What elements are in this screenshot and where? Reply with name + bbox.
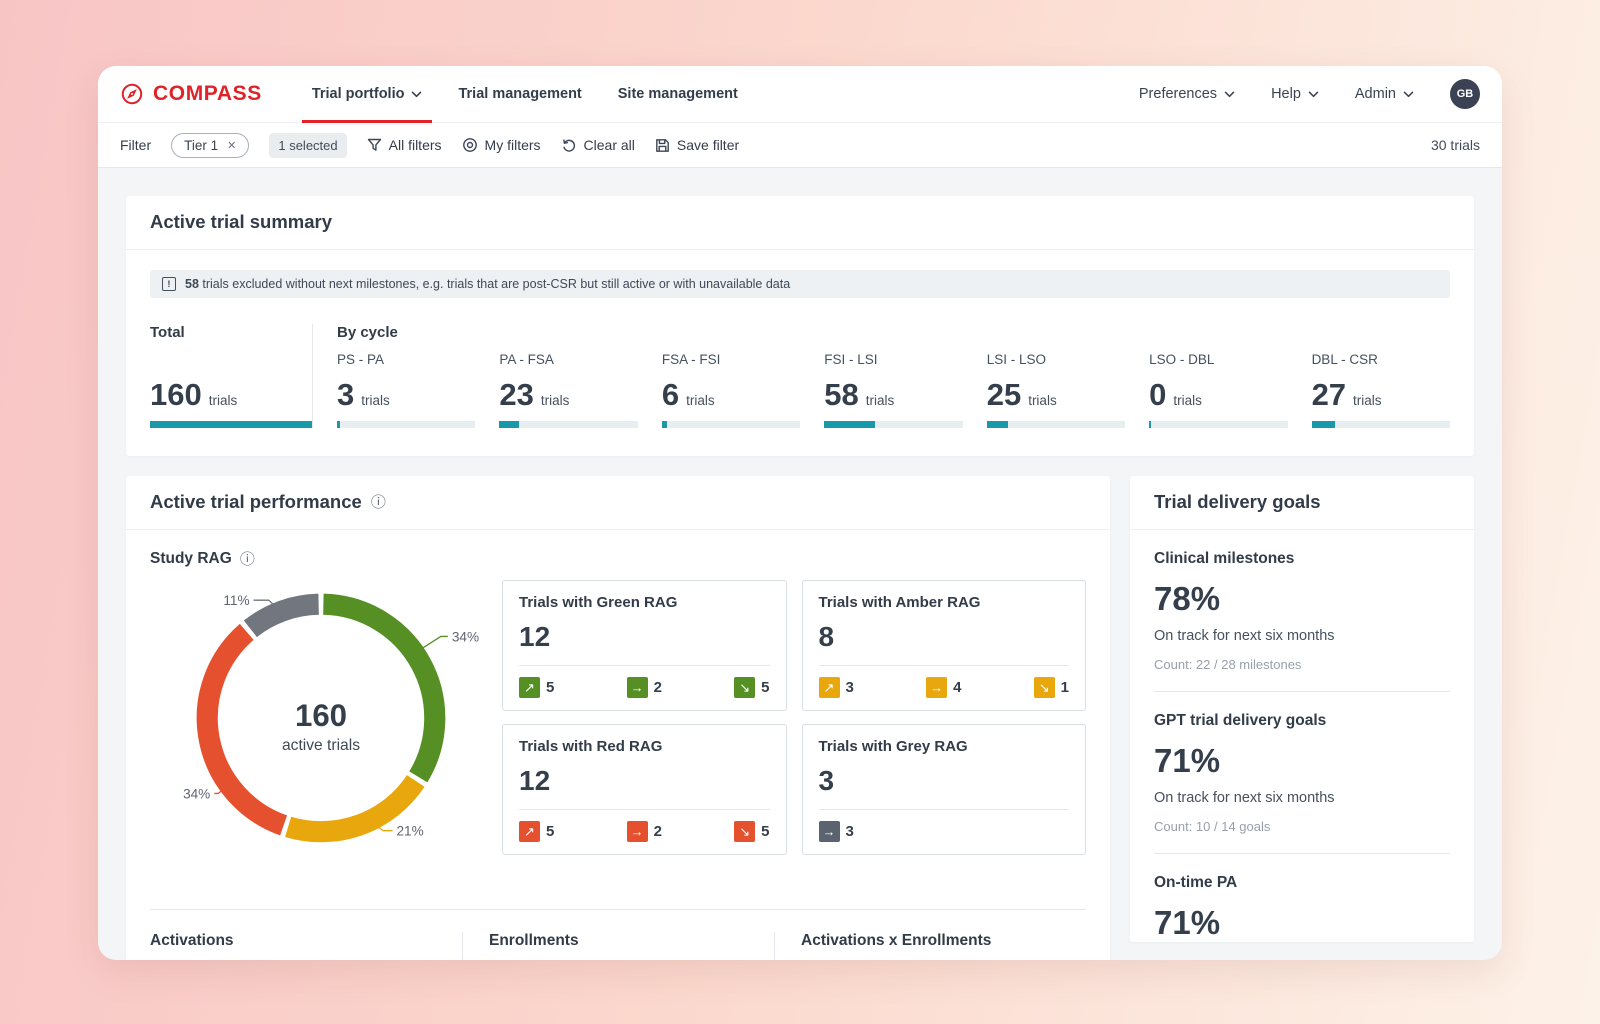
donut-label-amber: 21% bbox=[397, 824, 424, 839]
filter-chip-tier1[interactable]: Tier 1 ✕ bbox=[171, 133, 249, 158]
trend-flat-icon: → bbox=[627, 821, 648, 842]
study-rag-label: Study RAG ⓘ bbox=[150, 550, 1086, 568]
donut-label-grey: 11% bbox=[223, 593, 249, 608]
help-menu[interactable]: Help bbox=[1271, 86, 1319, 102]
cycle-progress-bar bbox=[337, 421, 475, 428]
grey-rag-card: Trials with Grey RAG 3 →3 bbox=[802, 724, 1087, 855]
green-rag-card: Trials with Green RAG 12 ↗5 →2 ↘5 bbox=[502, 580, 787, 711]
summary-stats-row: Total 160 trials By cycle PS - PA bbox=[150, 324, 1450, 428]
chevron-down-icon bbox=[1224, 91, 1235, 98]
stat-total: Total 160 trials bbox=[150, 324, 312, 428]
amber-rag-card: Trials with Amber RAG 8 ↗3 →4 ↘1 bbox=[802, 580, 1087, 711]
preferences-menu[interactable]: Preferences bbox=[1139, 86, 1235, 102]
info-icon[interactable]: ⓘ bbox=[240, 552, 255, 567]
nav-tabs: Trial portfolio Trial management Site ma… bbox=[294, 66, 756, 123]
enrollments-section-title: Enrollments bbox=[462, 932, 774, 960]
study-rag-donut-chart: 34% 21% 34% 11% 160 active trials bbox=[150, 572, 502, 879]
rag-cards-grid: Trials with Green RAG 12 ↗5 →2 ↘5 bbox=[502, 580, 1086, 879]
brand-name: COMPASS bbox=[153, 82, 262, 106]
cycle-progress-bar bbox=[662, 421, 800, 428]
goal-gpt-trial-delivery: GPT trial delivery goals 71% On track fo… bbox=[1130, 692, 1474, 834]
performance-card-header: Active trial performance ⓘ bbox=[126, 476, 1110, 530]
trend-down-icon: ↘ bbox=[734, 821, 755, 842]
top-nav: COMPASS Trial portfolio Trial management… bbox=[98, 66, 1502, 123]
total-value: 160 bbox=[150, 378, 202, 412]
active-trial-summary-card: Active trial summary ! 58 trials exclude… bbox=[126, 196, 1474, 456]
trend-up-icon: ↗ bbox=[519, 677, 540, 698]
save-icon bbox=[655, 138, 670, 153]
trend-down-icon: ↘ bbox=[1034, 677, 1055, 698]
clear-all-button[interactable]: Clear all bbox=[561, 137, 635, 153]
chevron-down-icon bbox=[411, 91, 422, 98]
chevron-down-icon bbox=[1308, 91, 1319, 98]
vertical-divider bbox=[312, 324, 313, 428]
performance-title: Active trial performance bbox=[150, 491, 362, 513]
stat-cycle-ps-pa: PS - PA 3trials bbox=[337, 352, 475, 428]
donut-center-label: active trials bbox=[282, 737, 360, 754]
active-trial-performance-card: Active trial performance ⓘ Study RAG ⓘ bbox=[126, 476, 1110, 960]
all-filters-button[interactable]: All filters bbox=[367, 137, 442, 153]
trial-count: 30 trials bbox=[1431, 137, 1480, 153]
notice-text: trials excluded without next milestones,… bbox=[202, 277, 790, 291]
activations-x-enrollments-section-title: Activations x Enrollments bbox=[774, 932, 1086, 960]
donut-label-red: 34% bbox=[183, 787, 210, 802]
stat-cycle-fsi-lsi: FSI - LSI 58trials bbox=[824, 352, 962, 428]
summary-card-header: Active trial summary bbox=[126, 196, 1474, 250]
cycle-progress-bar bbox=[1312, 421, 1450, 428]
summary-body: ! 58 trials excluded without next milest… bbox=[126, 250, 1474, 456]
chevron-down-icon bbox=[1403, 91, 1414, 98]
stat-cycle-pa-fsa: PA - FSA 23trials bbox=[499, 352, 637, 428]
stat-cycle-lsi-lso: LSI - LSO 25trials bbox=[987, 352, 1125, 428]
selected-count-badge: 1 selected bbox=[269, 133, 346, 158]
summary-title: Active trial summary bbox=[150, 211, 332, 233]
cycle-progress-bar bbox=[824, 421, 962, 428]
notice-number: 58 bbox=[185, 277, 199, 291]
avatar[interactable]: GB bbox=[1450, 79, 1480, 109]
total-progress-bar bbox=[150, 421, 312, 428]
trend-up-icon: ↗ bbox=[519, 821, 540, 842]
trend-flat-icon: → bbox=[627, 677, 648, 698]
trend-up-icon: ↗ bbox=[819, 677, 840, 698]
cycle-progress-bar bbox=[499, 421, 637, 428]
filter-bar: Filter Tier 1 ✕ 1 selected All filters M… bbox=[98, 123, 1502, 168]
tab-site-management[interactable]: Site management bbox=[600, 66, 756, 123]
performance-bottom-sections: Activations Enrollments Activations x En… bbox=[150, 909, 1086, 960]
funnel-icon bbox=[367, 138, 382, 152]
save-filter-button[interactable]: Save filter bbox=[655, 137, 739, 153]
my-filters-button[interactable]: My filters bbox=[462, 137, 541, 153]
by-cycle-group: By cycle PS - PA 3trials PA - FSA 23tria… bbox=[337, 324, 1450, 428]
trend-flat-icon: → bbox=[926, 677, 947, 698]
app-window: COMPASS Trial portfolio Trial management… bbox=[98, 66, 1502, 960]
goals-card-header: Trial delivery goals bbox=[1130, 476, 1474, 530]
admin-menu[interactable]: Admin bbox=[1355, 86, 1414, 102]
compass-logo-icon bbox=[120, 82, 144, 106]
trend-flat-icon: → bbox=[819, 821, 840, 842]
goal-on-time-pa: On-time PA 71% bbox=[1130, 854, 1474, 942]
cycle-progress-bar bbox=[987, 421, 1125, 428]
cycle-progress-bar bbox=[1149, 421, 1287, 428]
stat-cycle-lso-dbl: LSO - DBL 0trials bbox=[1149, 352, 1287, 428]
goal-clinical-milestones: Clinical milestones 78% On track for nex… bbox=[1130, 530, 1474, 672]
stat-cycle-fsa-fsi: FSA - FSI 6trials bbox=[662, 352, 800, 428]
brand[interactable]: COMPASS bbox=[120, 82, 262, 106]
donut-label-green: 34% bbox=[452, 630, 479, 645]
info-icon[interactable]: ⓘ bbox=[371, 495, 386, 510]
red-rag-card: Trials with Red RAG 12 ↗5 →2 ↘5 bbox=[502, 724, 787, 855]
alert-square-icon: ! bbox=[162, 277, 176, 291]
filter-label: Filter bbox=[120, 137, 151, 153]
undo-icon bbox=[561, 137, 577, 153]
stat-cycle-dbl-csr: DBL - CSR 27trials bbox=[1312, 352, 1450, 428]
donut-center-value: 160 bbox=[295, 698, 347, 733]
excluded-trials-notice: ! 58 trials excluded without next milest… bbox=[150, 270, 1450, 298]
nav-right: Preferences Help Admin GB bbox=[1139, 79, 1480, 109]
goals-title: Trial delivery goals bbox=[1154, 491, 1321, 513]
trial-delivery-goals-card: Trial delivery goals Clinical milestones… bbox=[1130, 476, 1474, 942]
trend-down-icon: ↘ bbox=[734, 677, 755, 698]
close-icon[interactable]: ✕ bbox=[227, 139, 236, 152]
content-area: Active trial summary ! 58 trials exclude… bbox=[98, 168, 1502, 960]
tab-trial-portfolio[interactable]: Trial portfolio bbox=[294, 66, 441, 123]
target-circle-icon bbox=[462, 137, 478, 153]
tab-trial-management[interactable]: Trial management bbox=[440, 66, 599, 123]
activations-section-title: Activations bbox=[150, 932, 462, 960]
